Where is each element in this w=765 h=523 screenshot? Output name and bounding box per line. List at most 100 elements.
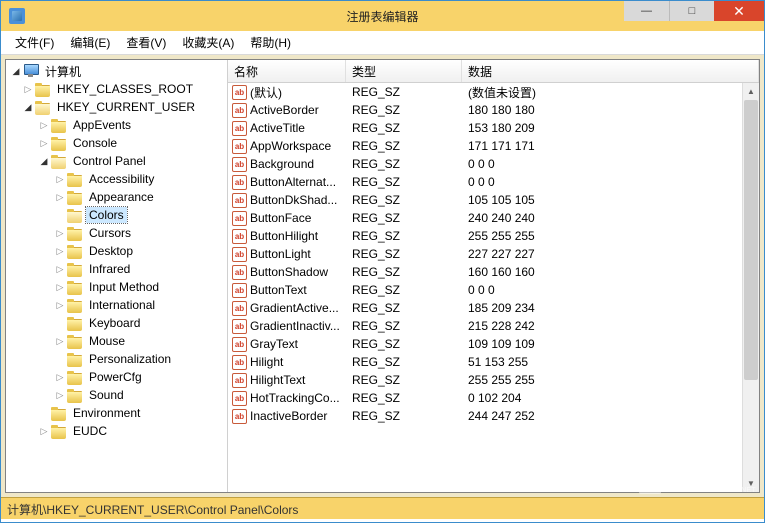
value-name: GradientInactiv... (250, 319, 340, 333)
tree-node-hkcu[interactable]: ◢ HKEY_CURRENT_USER (22, 98, 227, 116)
tree-node-personalization[interactable]: ▷Personalization (54, 350, 227, 368)
tree-node-console[interactable]: ▷ Console (38, 134, 227, 152)
list-row[interactable]: abGradientActive...REG_SZ185 209 234 (228, 299, 759, 317)
list-row[interactable]: abBackgroundREG_SZ0 0 0 (228, 155, 759, 173)
tree-node-eudc[interactable]: ▷ EUDC (38, 422, 227, 440)
expander-icon[interactable]: ▷ (54, 281, 66, 293)
tree-node-sound[interactable]: ▷Sound (54, 386, 227, 404)
expander-icon[interactable]: ▷ (54, 173, 66, 185)
list-row[interactable]: abHilightREG_SZ51 153 255 (228, 353, 759, 371)
column-header-name[interactable]: 名称 (228, 60, 346, 82)
tree-pane[interactable]: ◢ 计算机 ▷ HKEY_CLASSES_ROOT ◢ HKEY_CU (6, 60, 228, 492)
minimize-button[interactable]: — (624, 1, 669, 21)
value-name: ButtonLight (250, 247, 311, 261)
string-value-icon: ab (232, 355, 247, 370)
expander-icon[interactable]: ▷ (54, 389, 66, 401)
folder-icon (51, 155, 67, 168)
value-type: REG_SZ (346, 301, 462, 315)
list-row[interactable]: abGradientInactiv... REG_SZ215 228 242 (228, 317, 759, 335)
value-type: REG_SZ (346, 265, 462, 279)
column-header-type[interactable]: 类型 (346, 60, 462, 82)
tree-node-mouse[interactable]: ▷Mouse (54, 332, 227, 350)
expander-icon[interactable]: ▷ (22, 83, 34, 95)
tree-node-hkcr[interactable]: ▷ HKEY_CLASSES_ROOT (22, 80, 227, 98)
value-name: ActiveTitle (250, 121, 305, 135)
tree-node-environment[interactable]: ▷ Environment (38, 404, 227, 422)
close-button[interactable]: ✕ (714, 1, 764, 21)
tree-node-infrared[interactable]: ▷Infrared (54, 260, 227, 278)
menu-file[interactable]: 文件(F) (7, 31, 62, 54)
scroll-up-icon[interactable]: ▲ (743, 83, 759, 100)
expander-icon[interactable]: ▷ (38, 137, 50, 149)
expander-icon[interactable]: ▷ (54, 371, 66, 383)
expander-icon[interactable]: ▷ (54, 191, 66, 203)
scrollbar-thumb[interactable] (744, 100, 758, 380)
list-row[interactable]: abInactiveBorderREG_SZ244 247 252 (228, 407, 759, 425)
tree-label: Input Method (86, 279, 162, 295)
values-pane[interactable]: 名称 类型 数据 ab(默认)REG_SZ(数值未设置)abActiveBord… (228, 60, 759, 492)
expander-icon[interactable]: ▷ (54, 227, 66, 239)
tree-label: EUDC (70, 423, 110, 439)
tree-node-computer[interactable]: ◢ 计算机 (6, 62, 227, 80)
list-row[interactable]: abButtonLightREG_SZ227 227 227 (228, 245, 759, 263)
status-bar: 计算机\HKEY_CURRENT_USER\Control Panel\Colo… (1, 497, 764, 519)
menu-view[interactable]: 查看(V) (118, 31, 174, 54)
value-name: AppWorkspace (250, 139, 331, 153)
value-data: 180 180 180 (462, 103, 759, 117)
value-type: REG_SZ (346, 337, 462, 351)
list-row[interactable]: abHotTrackingCo...REG_SZ0 102 204 (228, 389, 759, 407)
expander-icon[interactable]: ▷ (38, 425, 50, 437)
title-bar: 注册表编辑器 — □ ✕ (1, 1, 764, 31)
tree-node-appearance[interactable]: ▷Appearance (54, 188, 227, 206)
expander-icon[interactable]: ▷ (54, 245, 66, 257)
list-header: 名称 类型 数据 (228, 60, 759, 83)
list-row[interactable]: ab(默认)REG_SZ(数值未设置) (228, 83, 759, 101)
expander-icon[interactable]: ◢ (10, 65, 22, 77)
list-row[interactable]: abButtonTextREG_SZ0 0 0 (228, 281, 759, 299)
value-data: 215 228 242 (462, 319, 759, 333)
value-type: REG_SZ (346, 319, 462, 333)
string-value-icon: ab (232, 121, 247, 136)
list-row[interactable]: abButtonShadowREG_SZ160 160 160 (228, 263, 759, 281)
string-value-icon: ab (232, 301, 247, 316)
tree-node-international[interactable]: ▷International (54, 296, 227, 314)
value-data: 0 0 0 (462, 157, 759, 171)
list-row[interactable]: abActiveBorderREG_SZ180 180 180 (228, 101, 759, 119)
string-value-icon: ab (232, 319, 247, 334)
tree-node-cursors[interactable]: ▷Cursors (54, 224, 227, 242)
tree-node-inputmethod[interactable]: ▷ Input Method (54, 278, 227, 296)
maximize-button[interactable]: □ (669, 1, 714, 21)
tree-node-keyboard[interactable]: ▷Keyboard (54, 314, 227, 332)
scroll-down-icon[interactable]: ▼ (743, 475, 759, 492)
value-type: REG_SZ (346, 85, 462, 99)
tree-node-powercfg[interactable]: ▷PowerCfg (54, 368, 227, 386)
expander-icon[interactable]: ◢ (38, 155, 50, 167)
column-header-data[interactable]: 数据 (462, 60, 759, 82)
expander-icon[interactable]: ▷ (38, 119, 50, 131)
expander-icon[interactable]: ▷ (54, 299, 66, 311)
tree-node-controlpanel[interactable]: ◢ Control Panel (38, 152, 227, 170)
list-row[interactable]: abButtonDkShad...REG_SZ105 105 105 (228, 191, 759, 209)
list-row[interactable]: abAppWorkspaceREG_SZ171 171 171 (228, 137, 759, 155)
scrollbar-vertical[interactable]: ▲ ▼ (742, 83, 759, 492)
menu-favorites[interactable]: 收藏夹(A) (174, 31, 242, 54)
menu-help[interactable]: 帮助(H) (242, 31, 299, 54)
list-row[interactable]: abActiveTitleREG_SZ153 180 209 (228, 119, 759, 137)
expander-icon[interactable]: ◢ (22, 101, 34, 113)
tree-node-colors[interactable]: ▷Colors (54, 206, 227, 224)
tree-node-desktop[interactable]: ▷Desktop (54, 242, 227, 260)
string-value-icon: ab (232, 139, 247, 154)
list-row[interactable]: abGrayTextREG_SZ109 109 109 (228, 335, 759, 353)
value-data: 240 240 240 (462, 211, 759, 225)
list-row[interactable]: abHilightTextREG_SZ255 255 255 (228, 371, 759, 389)
tree-node-accessibility[interactable]: ▷Accessibility (54, 170, 227, 188)
tree-node-appevents[interactable]: ▷ AppEvents (38, 116, 227, 134)
expander-icon[interactable]: ▷ (54, 335, 66, 347)
list-row[interactable]: abButtonHilightREG_SZ255 255 255 (228, 227, 759, 245)
list-row[interactable]: abButtonAlternat...REG_SZ0 0 0 (228, 173, 759, 191)
menu-edit[interactable]: 编辑(E) (62, 31, 118, 54)
expander-icon[interactable]: ▷ (54, 263, 66, 275)
folder-icon (67, 353, 83, 366)
value-data: 160 160 160 (462, 265, 759, 279)
list-row[interactable]: abButtonFaceREG_SZ240 240 240 (228, 209, 759, 227)
